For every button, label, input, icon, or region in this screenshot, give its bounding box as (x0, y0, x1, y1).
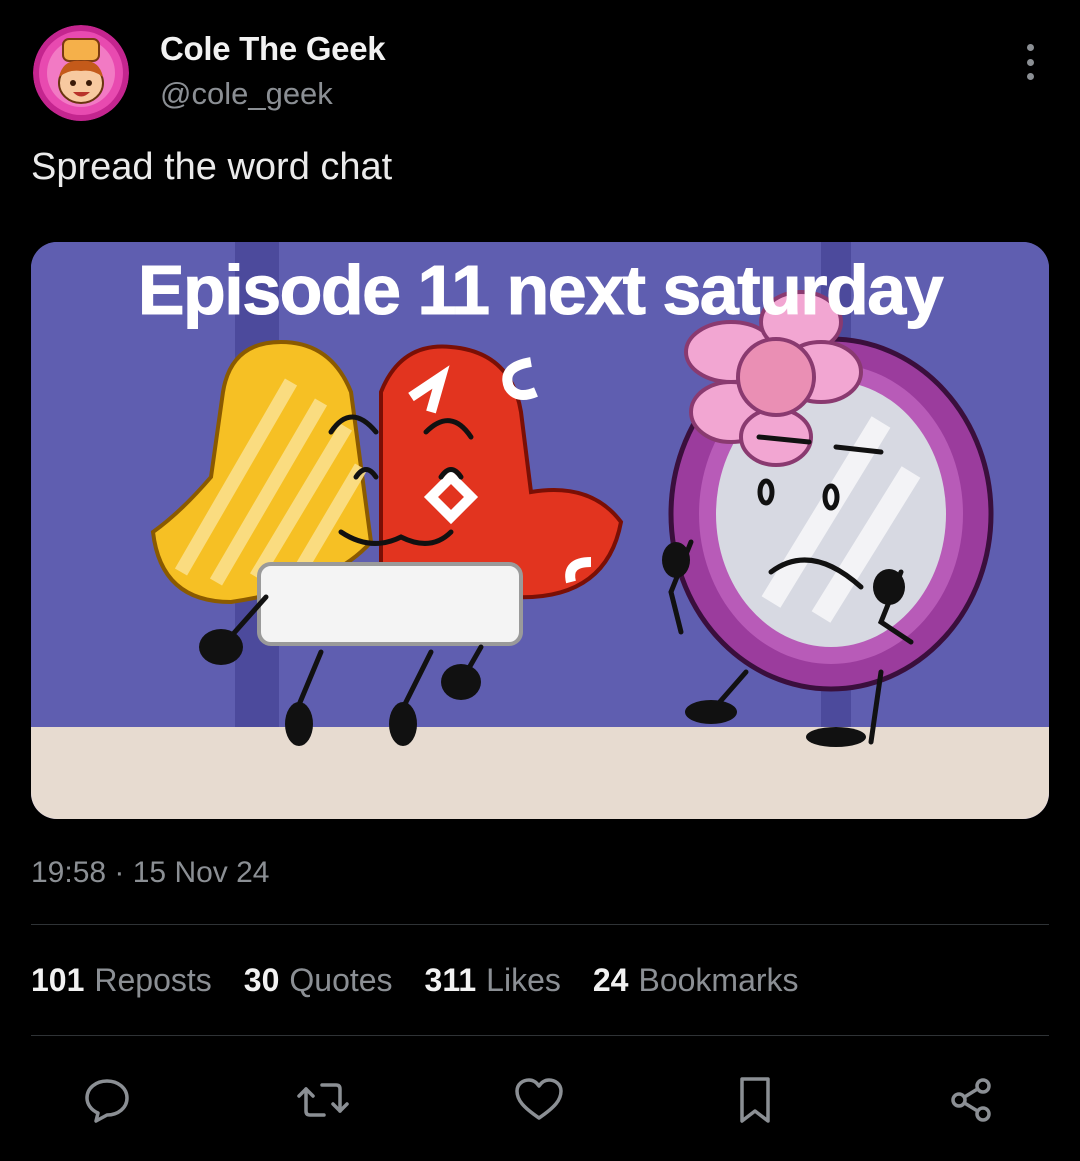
divider (31, 924, 1049, 925)
author-block[interactable]: Cole The Geek @cole_geek (160, 30, 386, 112)
tweet-text: Spread the word chat (31, 146, 393, 188)
share-icon[interactable] (941, 1070, 1001, 1130)
avatar[interactable] (33, 25, 129, 121)
divider (31, 1035, 1049, 1036)
bookmark-icon[interactable] (725, 1070, 785, 1130)
bookmarks-stat[interactable]: 24 Bookmarks (593, 962, 799, 999)
engagement-stats: 101 Reposts 30 Quotes 311 Likes 24 Bookmarks (31, 962, 799, 999)
more-options-icon[interactable] (1014, 44, 1046, 80)
like-icon[interactable] (509, 1070, 569, 1130)
repost-icon[interactable] (293, 1070, 353, 1130)
action-bar (0, 1070, 1080, 1130)
user-handle[interactable]: @cole_geek (160, 76, 385, 112)
quotes-stat[interactable]: 30 Quotes (244, 962, 393, 999)
reply-icon[interactable] (77, 1070, 137, 1130)
reposts-stat[interactable]: 101 Reposts (31, 962, 212, 999)
tweet-timestamp[interactable]: 19:58 · 15 Nov 24 (31, 856, 270, 890)
avatar-image (33, 25, 129, 121)
display-name[interactable]: Cole The Geek (160, 30, 386, 68)
tweet-media-image[interactable] (31, 242, 1049, 819)
media-illustration (31, 242, 1049, 819)
likes-stat[interactable]: 311 Likes (425, 962, 561, 999)
